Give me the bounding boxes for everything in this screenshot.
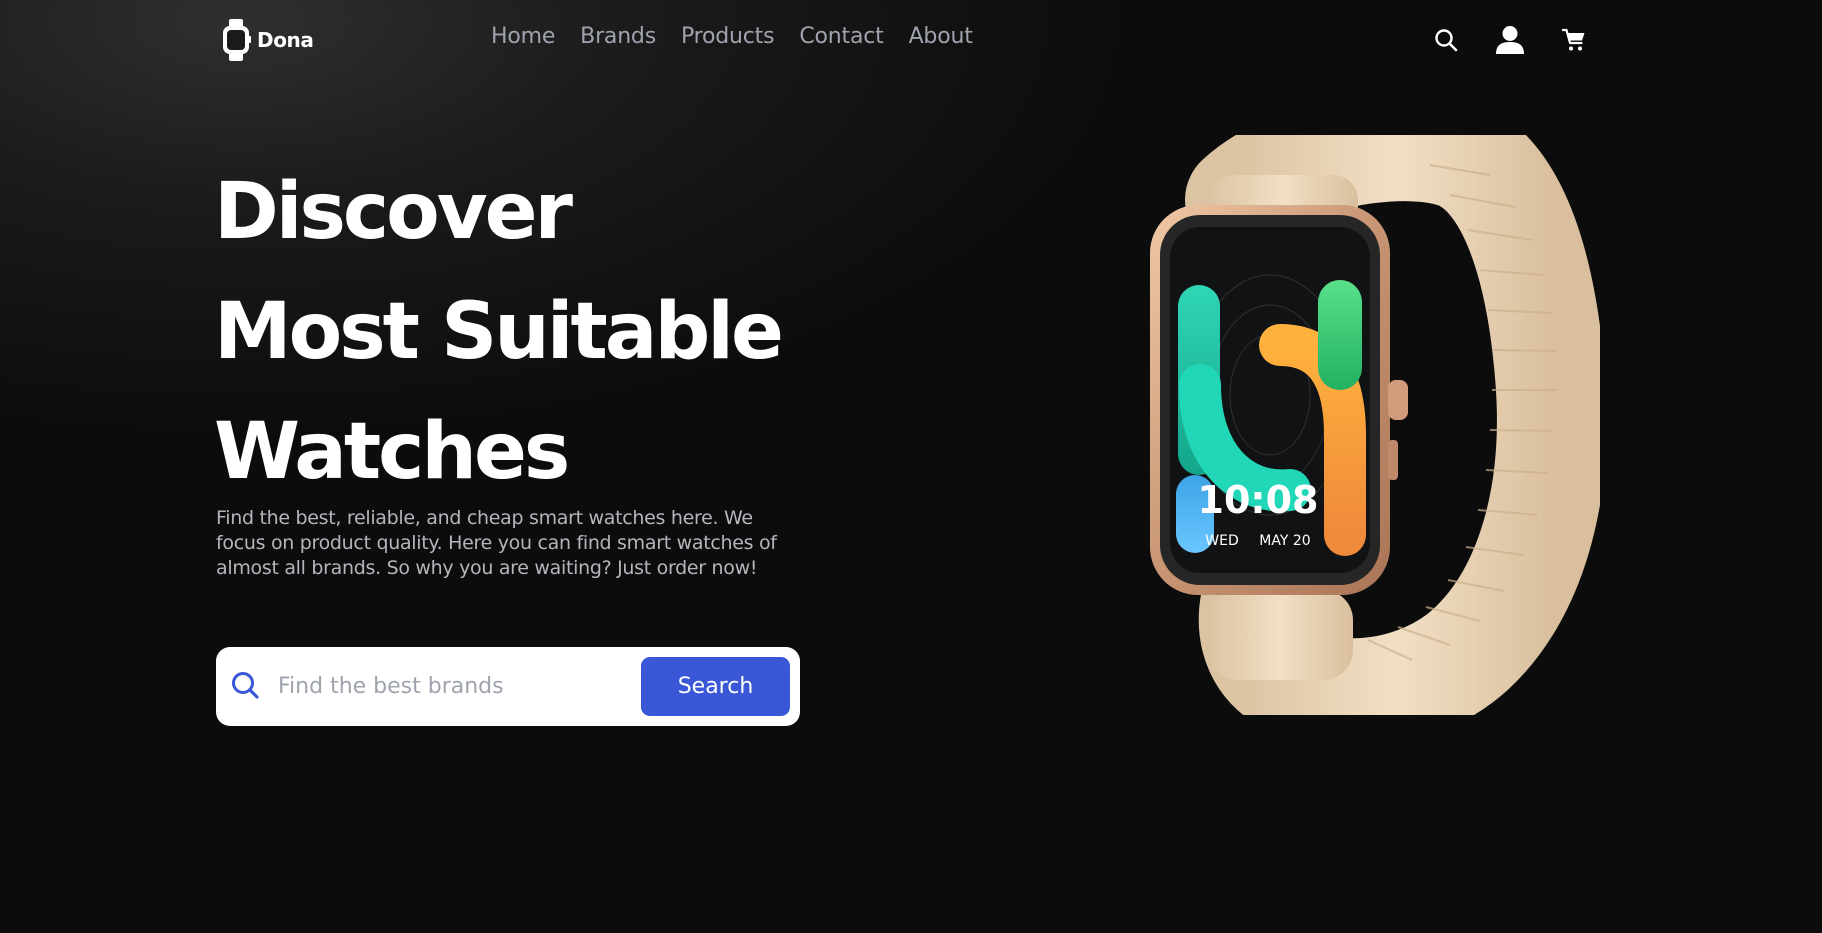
- navbar: Dona Home Brands Products Contact About: [0, 0, 1822, 80]
- brand-logo[interactable]: Dona: [221, 18, 314, 62]
- smartwatch-icon: [223, 19, 251, 61]
- hero-title-line-3: Watches: [214, 407, 570, 497]
- main-nav: Home Brands Products Contact About: [491, 24, 973, 49]
- search-icon[interactable]: [1428, 22, 1464, 58]
- search-icon: [232, 672, 259, 699]
- user-icon[interactable]: [1492, 22, 1528, 58]
- hero-description: Find the best, reliable, and cheap smart…: [216, 507, 777, 579]
- watch-day: WED: [1205, 533, 1238, 549]
- smartwatch-product-image: 10:08 WED MAY 20: [1150, 135, 1600, 715]
- nav-link-contact[interactable]: Contact: [799, 24, 883, 49]
- watch-time: 10:08: [1198, 478, 1319, 522]
- hero-search-bar: Search: [216, 647, 800, 726]
- hero-title: Discover Most Suitable Watches: [214, 152, 784, 512]
- brand-name: Dona: [257, 28, 314, 52]
- nav-icon-group: [1428, 22, 1588, 58]
- nav-link-about[interactable]: About: [909, 24, 973, 49]
- nav-link-home[interactable]: Home: [491, 24, 555, 49]
- hero-title-line-2: Most Suitable: [214, 287, 784, 377]
- brand-search-input[interactable]: [278, 664, 638, 708]
- nav-link-brands[interactable]: Brands: [580, 24, 656, 49]
- cart-icon[interactable]: [1556, 22, 1592, 58]
- watch-date: MAY 20: [1259, 533, 1310, 549]
- search-button[interactable]: Search: [641, 657, 790, 716]
- nav-link-products[interactable]: Products: [681, 24, 775, 49]
- hero-title-line-1: Discover: [214, 167, 573, 257]
